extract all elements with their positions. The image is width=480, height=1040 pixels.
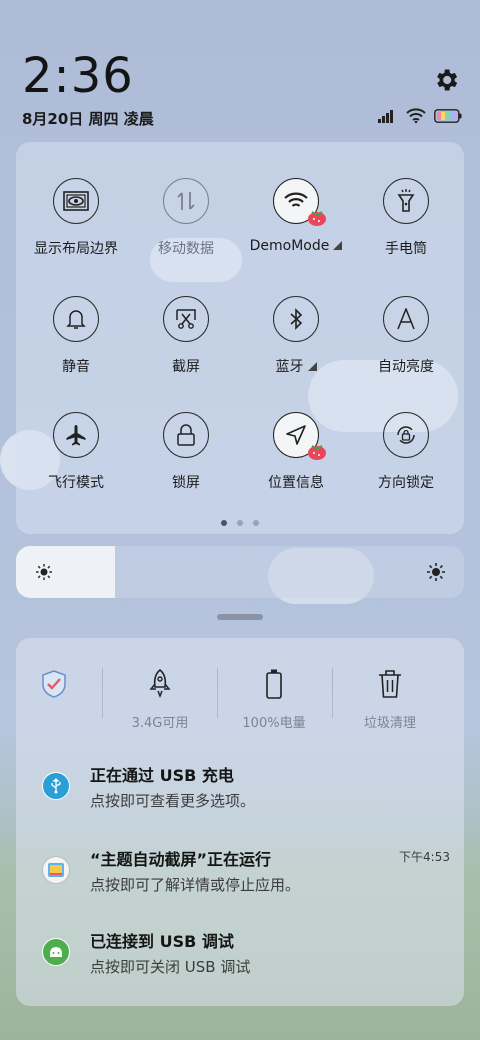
notification-usb-debugging[interactable]: 已连接到 USB 调试 点按即可关闭 USB 调试 xyxy=(38,928,450,988)
bluetooth-icon xyxy=(273,296,319,342)
strawberry-badge-icon xyxy=(308,211,326,226)
quick-action-label: 3.4G可用 xyxy=(131,716,189,731)
tile-mute[interactable]: 静音 xyxy=(20,296,132,376)
separator xyxy=(102,668,103,718)
lock-icon xyxy=(163,412,209,458)
tile-auto-brightness[interactable]: 自动亮度 xyxy=(350,296,462,376)
page-indicator xyxy=(16,520,464,526)
notification-time: 下午4:53 xyxy=(399,850,450,864)
android-icon xyxy=(42,938,70,966)
gear-icon[interactable] xyxy=(432,66,460,94)
tile-label: 移动数据 xyxy=(158,241,214,257)
security-shield-icon xyxy=(42,670,66,698)
tile-label: 位置信息 xyxy=(268,475,324,491)
auto-brightness-icon xyxy=(383,296,429,342)
page-dot[interactable] xyxy=(253,520,259,526)
brightness-low-icon xyxy=(36,564,52,580)
notification-text: 点按即可了解详情或停止应用。 xyxy=(90,876,301,894)
trash-icon xyxy=(379,670,401,698)
expand-triangle-icon xyxy=(307,362,317,371)
tile-label: 静音 xyxy=(62,359,90,375)
notification-text: 点按即可查看更多选项。 xyxy=(90,792,256,810)
tile-label: 方向锁定 xyxy=(378,475,434,491)
location-icon xyxy=(273,412,326,460)
tile-lock-screen[interactable]: 锁屏 xyxy=(130,412,242,492)
screenshot-icon xyxy=(163,296,209,342)
tile-airplane-mode[interactable]: 飞行模式 xyxy=(20,412,132,492)
layout-bounds-icon xyxy=(53,178,99,224)
notification-title: “主题自动截屏”正在运行 xyxy=(90,850,272,869)
notification-title: 正在通过 USB 充电 xyxy=(90,766,234,785)
battery-icon xyxy=(434,108,462,123)
theme-app-icon xyxy=(42,856,70,884)
tile-label: 锁屏 xyxy=(172,475,200,491)
wifi-icon xyxy=(406,108,426,123)
tile-location[interactable]: 位置信息 xyxy=(240,412,352,492)
tile-rotation-lock[interactable]: 方向锁定 xyxy=(350,412,462,492)
brightness-fill xyxy=(16,546,115,598)
usb-icon xyxy=(42,772,70,800)
expand-triangle-icon xyxy=(333,241,343,250)
tile-label: 自动亮度 xyxy=(378,359,434,375)
tile-label: 手电筒 xyxy=(385,241,427,257)
brightness-slider[interactable] xyxy=(16,546,464,598)
strawberry-badge-icon xyxy=(308,445,326,460)
signal-icon xyxy=(378,109,393,123)
tile-label: 蓝牙 xyxy=(240,356,352,376)
quick-action-cleanup[interactable]: 垃圾清理 xyxy=(334,668,446,731)
rotation-lock-icon xyxy=(383,412,429,458)
notification-text: 点按即可关闭 USB 调试 xyxy=(90,958,251,976)
quick-action-label: 100%电量 xyxy=(242,716,306,731)
mobile-data-icon xyxy=(163,178,209,224)
date[interactable]: 8月20日 周四 凌晨 xyxy=(22,108,154,129)
battery-icon xyxy=(266,669,282,699)
wifi-icon xyxy=(273,178,326,226)
tile-label: 显示布局边界 xyxy=(34,241,118,257)
separator xyxy=(332,668,333,718)
bell-icon xyxy=(53,296,99,342)
tile-layout-bounds[interactable]: 显示布局边界 xyxy=(20,178,132,258)
tile-screenshot[interactable]: 截屏 xyxy=(130,296,242,376)
notification-theme-screenshot[interactable]: “主题自动截屏”正在运行 下午4:53 点按即可了解详情或停止应用。 xyxy=(38,846,450,906)
notification-usb-charging[interactable]: 正在通过 USB 充电 点按即可查看更多选项。 xyxy=(38,762,450,822)
tile-demo-mode[interactable]: DemoMode xyxy=(240,178,352,254)
flashlight-icon xyxy=(383,178,429,224)
clock[interactable]: 2:36 xyxy=(22,48,134,104)
tile-flashlight[interactable]: 手电筒 xyxy=(350,178,462,258)
quick-action-battery[interactable]: 100%电量 xyxy=(218,668,330,731)
notification-title: 已连接到 USB 调试 xyxy=(90,932,234,951)
tile-label: 截屏 xyxy=(172,359,200,375)
rocket-icon xyxy=(149,668,171,699)
status-icons xyxy=(378,108,462,123)
airplane-icon xyxy=(53,412,99,458)
page-dot[interactable] xyxy=(237,520,243,526)
notification-panel: 3.4G可用 100%电量 垃圾清理 正在通过 USB 充电 点按即可查看更多选… xyxy=(16,638,464,1006)
tile-bluetooth[interactable]: 蓝牙 xyxy=(240,296,352,376)
quick-action-label: 垃圾清理 xyxy=(363,716,416,731)
quick-action-security[interactable] xyxy=(0,668,110,704)
tile-label: DemoMode xyxy=(240,238,352,254)
brightness-high-icon xyxy=(427,563,445,581)
quick-settings-panel: 显示布局边界 移动数据 DemoMode 手电筒 静音 截屏 蓝牙 自动亮度 飞… xyxy=(16,142,464,534)
tile-label: 飞行模式 xyxy=(48,475,104,491)
tile-mobile-data[interactable]: 移动数据 xyxy=(130,178,242,258)
quick-action-boost[interactable]: 3.4G可用 xyxy=(104,668,216,731)
drag-handle[interactable] xyxy=(217,614,263,620)
page-dot[interactable] xyxy=(221,520,227,526)
